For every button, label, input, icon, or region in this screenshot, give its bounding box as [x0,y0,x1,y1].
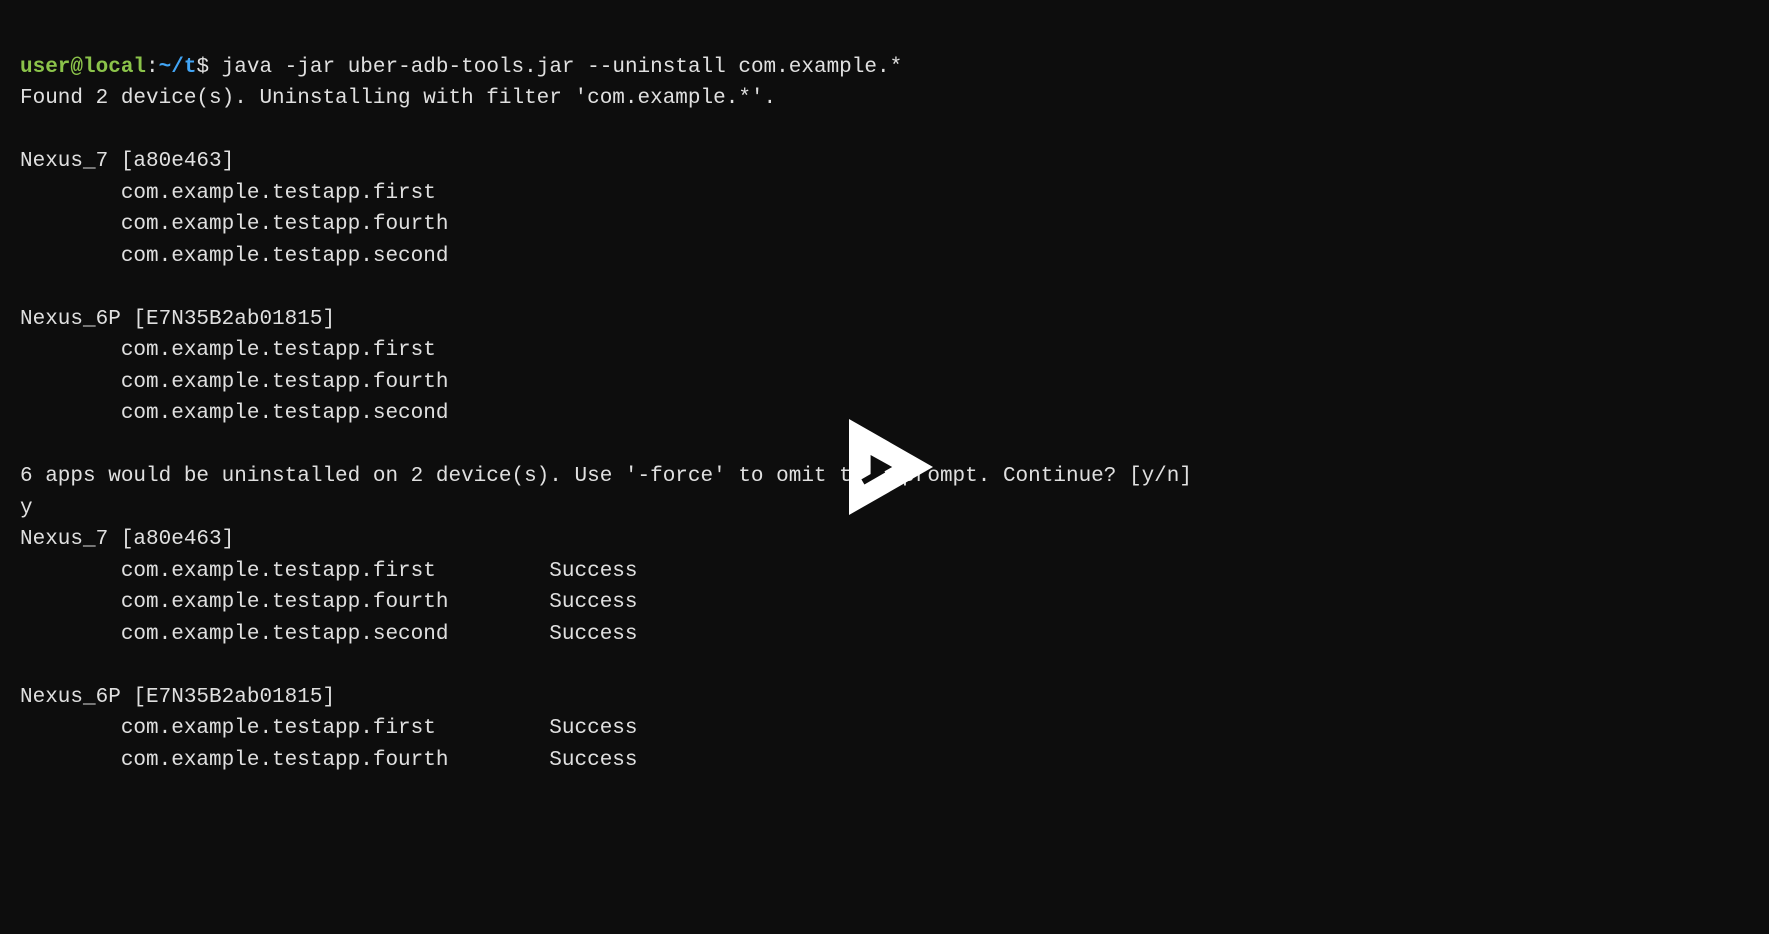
result-line: com.example.testapp.first Success [20,560,638,583]
prompt-user: user@local [20,56,146,79]
app-line: com.example.testapp.second [20,402,448,425]
result-line: com.example.testapp.fourth Success [20,749,638,772]
app-line: com.example.testapp.first [20,339,436,362]
terminal-command: java -jar uber-adb-tools.jar --uninstall… [222,56,903,79]
device-header: Nexus_6P [E7N35B2ab01815] [20,686,335,709]
device-header: Nexus_6P [E7N35B2ab01815] [20,308,335,331]
app-line: com.example.testapp.fourth [20,213,448,236]
prompt-colon: : [146,56,159,79]
play-button[interactable] [825,407,945,527]
confirm-prompt: 6 apps would be uninstalled on 2 device(… [20,465,1192,488]
user-answer: y [20,497,33,520]
result-line: com.example.testapp.second Success [20,623,638,646]
app-line: com.example.testapp.second [20,245,448,268]
device-header: Nexus_7 [a80e463] [20,528,234,551]
play-icon [825,407,945,527]
prompt-path: ~/t [159,56,197,79]
terminal-output: user@local:~/t$ java -jar uber-adb-tools… [20,20,1749,776]
output-line: Found 2 device(s). Uninstalling with fil… [20,87,776,110]
app-line: com.example.testapp.fourth [20,371,448,394]
app-line: com.example.testapp.first [20,182,436,205]
result-line: com.example.testapp.fourth Success [20,591,638,614]
device-header: Nexus_7 [a80e463] [20,150,234,173]
result-line: com.example.testapp.first Success [20,717,638,740]
prompt-dollar: $ [196,56,209,79]
